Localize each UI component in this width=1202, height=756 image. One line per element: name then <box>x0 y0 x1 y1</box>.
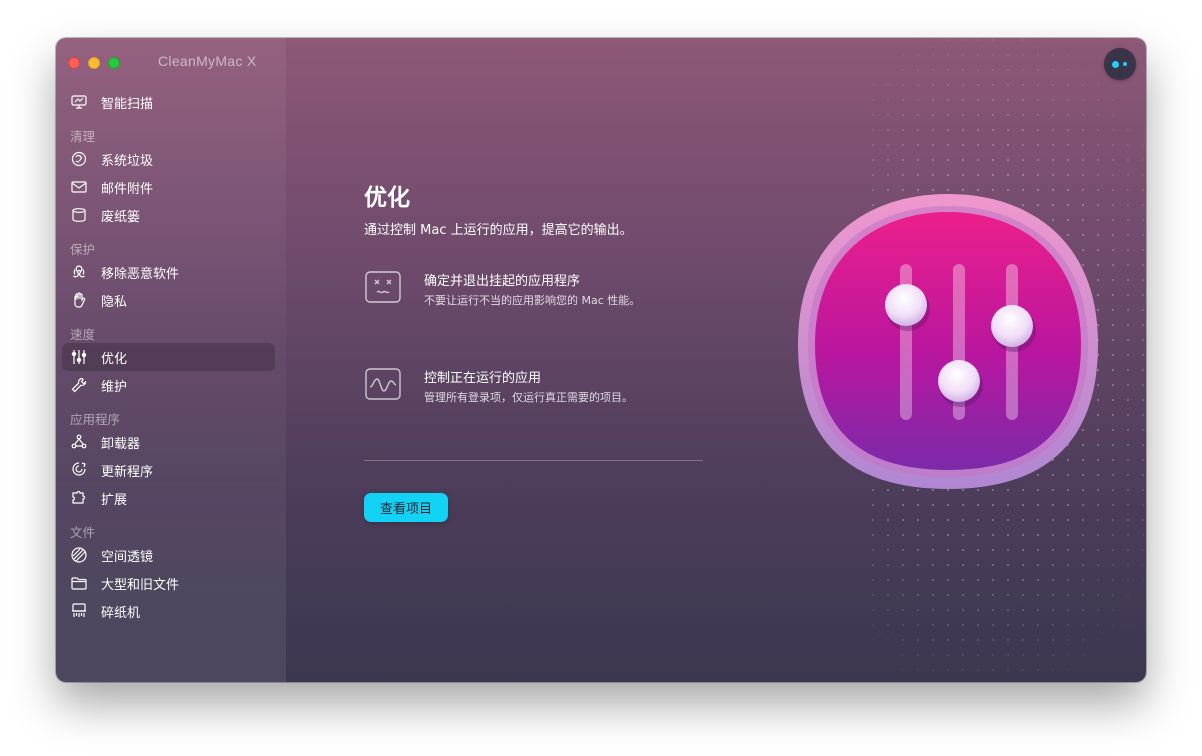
sidebar-item-label: 大型和旧文件 <box>101 577 180 593</box>
sidebar-item-uninstaller[interactable]: 卸载器 <box>62 428 275 456</box>
feature-running-apps: 控制正在运行的应用 管理所有登录项，仅运行真正需要的项目。 <box>364 367 704 417</box>
feature-description: 不要让运行不当的应用影响您的 Mac 性能。 <box>424 294 641 307</box>
divider <box>364 460 703 461</box>
sidebar-item-large-old-files[interactable]: 大型和旧文件 <box>62 569 275 597</box>
sidebar-item-extensions[interactable]: 扩展 <box>62 484 275 512</box>
sidebar-item-label: 智能扫描 <box>101 96 154 112</box>
sidebar-item-trash-bins[interactable]: 废纸篓 <box>62 201 275 229</box>
biohazard-icon <box>69 262 89 282</box>
sidebar-item-label: 碎纸机 <box>101 605 141 621</box>
feature-description: 管理所有登录项，仅运行真正需要的项目。 <box>424 391 633 404</box>
sidebar-item-label: 隐私 <box>101 294 128 310</box>
shredder-icon <box>69 601 89 621</box>
sidebar-item-space-lens[interactable]: 空间透镜 <box>62 541 275 569</box>
sidebar-item-label: 优化 <box>101 351 128 367</box>
hand-icon <box>69 290 89 310</box>
section-header-speed: 速度 <box>70 327 96 342</box>
sliders-icon <box>69 347 89 367</box>
trash-bin-icon <box>69 205 89 225</box>
section-header-files: 文件 <box>70 525 96 540</box>
page-subtitle: 通过控制 Mac 上运行的应用，提高它的输出。 <box>364 223 633 238</box>
close-window-button[interactable] <box>68 57 80 69</box>
sidebar-item-mail-attachments[interactable]: 邮件附件 <box>62 173 275 201</box>
sidebar-item-label: 移除恶意软件 <box>101 266 180 282</box>
sidebar: CleanMyMac X 智能扫描 清理 系统垃圾 邮件附件 废纸篓 保护 移除… <box>56 38 286 682</box>
system-junk-icon <box>69 149 89 169</box>
page-title: 优化 <box>364 185 410 211</box>
activity-wave-icon <box>365 368 401 400</box>
sidebar-item-malware-removal[interactable]: 移除恶意软件 <box>62 258 275 286</box>
extensions-icon <box>69 488 89 508</box>
section-header-applications: 应用程序 <box>70 412 121 427</box>
sidebar-item-label: 邮件附件 <box>101 181 154 197</box>
feature-title: 确定并退出挂起的应用程序 <box>424 274 581 289</box>
sidebar-item-label: 废纸篓 <box>101 209 141 225</box>
sidebar-item-privacy[interactable]: 隐私 <box>62 286 275 314</box>
main-content: 优化 通过控制 Mac 上运行的应用，提高它的输出。 确定并退出挂起的应用程序 … <box>286 38 1146 682</box>
uninstaller-icon <box>69 432 89 452</box>
updater-icon <box>69 460 89 480</box>
sidebar-item-label: 空间透镜 <box>101 549 154 565</box>
sidebar-item-shredder[interactable]: 碎纸机 <box>62 597 275 625</box>
sidebar-item-maintenance[interactable]: 维护 <box>62 371 275 399</box>
optimization-hero-icon <box>798 38 1146 682</box>
sidebar-item-label: 系统垃圾 <box>101 153 154 169</box>
section-header-protection: 保护 <box>70 242 96 257</box>
feature-hung-apps: 确定并退出挂起的应用程序 不要让运行不当的应用影响您的 Mac 性能。 <box>364 270 704 320</box>
view-items-button[interactable]: 查看项目 <box>364 493 448 522</box>
maximize-window-button[interactable] <box>108 57 120 69</box>
sidebar-item-system-junk[interactable]: 系统垃圾 <box>62 145 275 173</box>
sidebar-item-optimization[interactable]: 优化 <box>62 343 275 371</box>
sidebar-item-smart-scan[interactable]: 智能扫描 <box>62 88 275 116</box>
sidebar-item-label: 更新程序 <box>101 464 154 480</box>
app-title: CleanMyMac X <box>158 53 257 69</box>
sidebar-item-label: 维护 <box>101 379 128 395</box>
sidebar-item-updater[interactable]: 更新程序 <box>62 456 275 484</box>
minimize-window-button[interactable] <box>88 57 100 69</box>
mail-icon <box>69 177 89 197</box>
frozen-face-icon <box>365 271 401 303</box>
app-window: CleanMyMac X 智能扫描 清理 系统垃圾 邮件附件 废纸篓 保护 移除… <box>56 38 1146 682</box>
feature-title: 控制正在运行的应用 <box>424 371 542 386</box>
sidebar-item-label: 卸载器 <box>101 436 141 452</box>
folder-icon <box>69 573 89 593</box>
space-lens-icon <box>69 545 89 565</box>
wrench-icon <box>69 375 89 395</box>
sidebar-item-label: 扩展 <box>101 492 128 508</box>
monitor-scan-icon <box>69 92 89 112</box>
section-header-cleanup: 清理 <box>70 129 96 144</box>
